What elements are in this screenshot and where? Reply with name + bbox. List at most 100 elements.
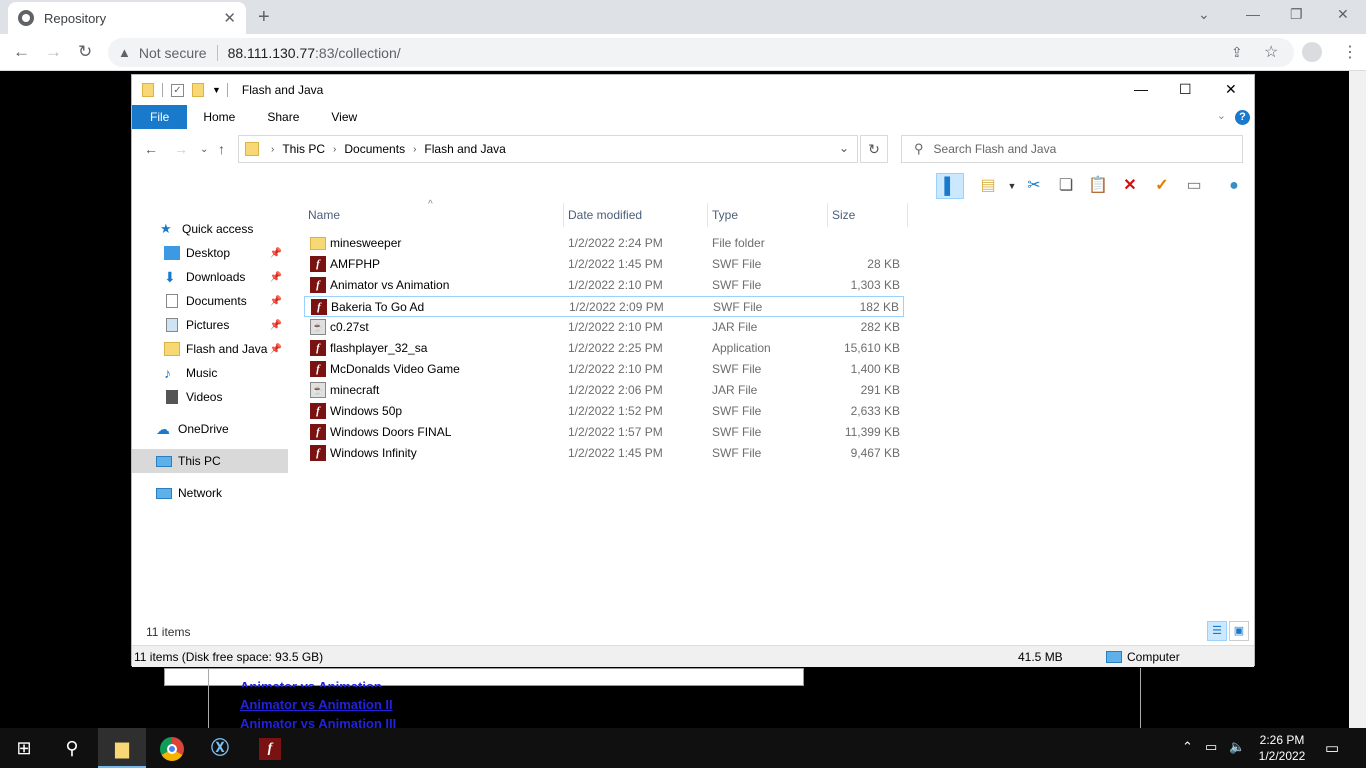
search-icon[interactable]: ⚲ <box>48 728 96 768</box>
rename-icon[interactable]: ▭ <box>1180 173 1208 199</box>
breadcrumb-flash-and-java[interactable]: Flash and Java <box>424 142 505 156</box>
refresh-button[interactable]: ↻ <box>860 135 888 163</box>
windows-start-icon[interactable]: ⊞ <box>0 728 48 768</box>
expand-ribbon-icon[interactable]: ⌄ <box>1217 109 1226 122</box>
large-icons-view-icon[interactable]: ▣ <box>1229 621 1249 641</box>
warning-icon[interactable]: ▲ <box>118 45 131 60</box>
show-hidden-icons-icon[interactable]: ⌃ <box>1182 739 1193 755</box>
close-window-icon[interactable]: ✕ <box>1337 6 1349 23</box>
pin-icon[interactable]: 📌 <box>270 248 282 259</box>
pin-icon[interactable]: 📌 <box>270 296 282 307</box>
nav-item-onedrive[interactable]: ☁ OneDrive <box>132 417 288 441</box>
up-icon[interactable]: ↑ <box>218 141 225 157</box>
nav-item-quick-access[interactable]: ★ Quick access <box>132 217 288 241</box>
nav-item-downloads[interactable]: ⬇ Downloads 📌 <box>132 265 288 289</box>
file-row[interactable]: minesweeper 1/2/2022 2:24 PM File folder <box>304 233 904 254</box>
copy-icon[interactable]: ❏ <box>1052 173 1080 199</box>
tab-home[interactable]: Home <box>187 105 251 129</box>
breadcrumb-this-pc[interactable]: This PC <box>282 142 325 156</box>
pin-icon[interactable]: 📌 <box>270 272 282 283</box>
nav-item-pictures[interactable]: Pictures 📌 <box>132 313 288 337</box>
nav-item-network[interactable]: Network <box>132 481 288 505</box>
profile-avatar-icon[interactable] <box>1302 42 1322 62</box>
network-tray-icon[interactable]: ▭ <box>1205 739 1217 755</box>
details-view-icon[interactable]: ☰ <box>1207 621 1227 641</box>
file-row[interactable]: f Animator vs Animation 1/2/2022 2:10 PM SW… <box>304 275 904 296</box>
delete-icon[interactable]: ✕ <box>1116 173 1144 199</box>
paste-icon[interactable]: 📋 <box>1084 173 1112 199</box>
maximize-icon[interactable]: ☐ <box>1179 81 1192 98</box>
customize-qat-icon[interactable]: ▼ <box>212 85 221 95</box>
app-icon[interactable]: Ⓧ <box>196 728 244 768</box>
page-link[interactable]: Animator vs Animation <box>240 679 382 687</box>
nav-label: Downloads <box>186 270 246 284</box>
restore-icon[interactable]: ❐ <box>1290 6 1303 23</box>
globe-icon[interactable]: ● <box>1220 173 1248 199</box>
volume-muted-icon[interactable]: 🔈 <box>1229 739 1245 755</box>
column-header-type[interactable]: Type <box>708 203 828 227</box>
column-header-name[interactable]: Name <box>304 203 564 227</box>
chevron-down-icon[interactable]: ⌄ <box>839 141 849 155</box>
nav-item-documents[interactable]: Documents 📌 <box>132 289 288 313</box>
help-icon[interactable]: ? <box>1235 110 1250 125</box>
pin-icon[interactable]: 📌 <box>270 344 282 355</box>
nav-item-music[interactable]: ♪ Music <box>132 361 288 385</box>
nav-item-desktop[interactable]: Desktop 📌 <box>132 241 288 265</box>
nav-item-flash-and-java[interactable]: Flash and Java 📌 <box>132 337 288 361</box>
minimize-icon[interactable]: — <box>1246 6 1260 22</box>
notifications-icon[interactable]: ▭ <box>1325 739 1339 757</box>
taskbar-clock[interactable]: 2:26 PM 1/2/2022 <box>1258 732 1306 764</box>
tab-share[interactable]: Share <box>251 105 315 129</box>
new-folder-icon[interactable] <box>192 83 204 97</box>
flash-player-icon[interactable]: f <box>246 728 294 768</box>
address-bar[interactable]: ▲ Not secure 88.111.130.77:83/collection… <box>108 38 1294 67</box>
minimize-icon[interactable]: — <box>1134 81 1148 97</box>
share-icon[interactable]: ⇪ <box>1231 44 1243 61</box>
address-breadcrumb[interactable]: › This PC › Documents › Flash and Java ⌄ <box>238 135 858 163</box>
chevron-right-icon[interactable]: › <box>333 144 336 155</box>
column-header-size[interactable]: Size <box>828 203 908 227</box>
chrome-icon[interactable] <box>148 728 196 768</box>
tab-view[interactable]: View <box>315 105 373 129</box>
properties-icon[interactable]: ✓ <box>171 83 184 97</box>
back-icon[interactable]: ← <box>144 141 158 157</box>
file-row[interactable]: f Windows 50p 1/2/2022 1:52 PM SWF File 2,63… <box>304 401 904 422</box>
search-box[interactable]: ⚲ Search Flash and Java <box>901 135 1243 163</box>
bookmark-star-icon[interactable]: ☆ <box>1264 42 1278 62</box>
nav-item-this-pc[interactable]: This PC <box>132 449 288 473</box>
reload-icon[interactable]: ↻ <box>78 42 92 62</box>
folder-icon[interactable] <box>142 83 154 97</box>
forward-icon[interactable]: → <box>45 42 62 62</box>
page-scrollbar[interactable] <box>1349 71 1366 730</box>
file-row[interactable]: f AMFPHP 1/2/2022 1:45 PM SWF File 28 KB <box>304 254 904 275</box>
file-row[interactable]: ☕ minecraft 1/2/2022 2:06 PM JAR File 291 KB <box>304 380 904 401</box>
close-tab-icon[interactable]: ✕ <box>223 9 236 27</box>
menu-kebab-icon[interactable]: ⋮ <box>1342 42 1358 62</box>
file-row[interactable]: f McDonalds Video Game 1/2/2022 2:10 PM SWF… <box>304 359 904 380</box>
file-row[interactable]: f Bakeria To Go Ad 1/2/2022 2:09 PM SWF Fil… <box>304 296 904 317</box>
file-explorer-icon[interactable]: ▆ <box>98 728 146 768</box>
breadcrumb-documents[interactable]: Documents <box>344 142 405 156</box>
new-tab-button[interactable]: + <box>258 6 270 29</box>
column-header-date[interactable]: Date modified <box>564 203 708 227</box>
preview-pane-icon[interactable]: ▌ <box>936 173 964 199</box>
file-row[interactable]: f Windows Infinity 1/2/2022 1:45 PM SWF Fil… <box>304 443 904 464</box>
chevron-right-icon[interactable]: › <box>413 144 416 155</box>
tab-search-icon[interactable]: ⌄ <box>1198 6 1210 23</box>
file-row[interactable]: ☕ c0.27st 1/2/2022 2:10 PM JAR File 282 KB <box>304 317 904 338</box>
page-link[interactable]: Animator vs Animation II <box>240 697 393 712</box>
nav-item-videos[interactable]: Videos <box>132 385 288 409</box>
file-row[interactable]: f Windows Doors FINAL 1/2/2022 1:57 PM SWF … <box>304 422 904 443</box>
close-icon[interactable]: ✕ <box>1225 81 1237 98</box>
forward-icon[interactable]: → <box>174 141 188 157</box>
cut-icon[interactable]: ✂ <box>1020 173 1048 199</box>
chevron-right-icon[interactable]: › <box>271 144 274 155</box>
page-link[interactable]: Animator vs Animation III <box>240 716 396 728</box>
tab-file[interactable]: File <box>132 105 188 129</box>
properties-check-icon[interactable]: ✓ <box>1148 173 1176 199</box>
pin-icon[interactable]: 📌 <box>270 320 282 331</box>
file-row[interactable]: f flashplayer_32_sa 1/2/2022 2:25 PM Applic… <box>304 338 904 359</box>
browser-tab[interactable]: Repository ✕ <box>8 2 246 34</box>
recent-locations-icon[interactable]: ⌄ <box>200 144 208 155</box>
back-icon[interactable]: ← <box>13 42 30 62</box>
